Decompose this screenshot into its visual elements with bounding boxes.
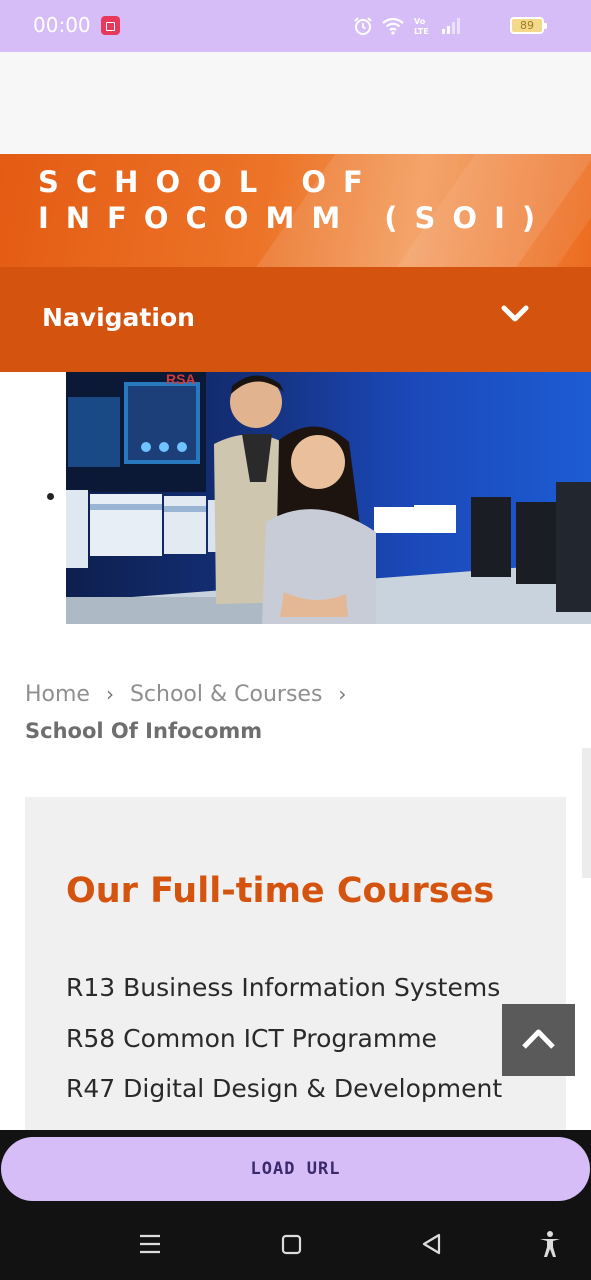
breadcrumb: Home › School & Courses › School Of Infocom… xyxy=(25,676,565,749)
status-icons: Vo LTE xyxy=(353,12,463,40)
signal-icon xyxy=(442,18,460,34)
status-bar: 00:00 Vo LTE 89 xyxy=(0,0,591,52)
course-link[interactable]: R58 Common ICT Programme xyxy=(66,1020,502,1071)
courses-heading: Our Full-time Courses xyxy=(66,871,495,911)
svg-text:RSA: RSA xyxy=(166,372,196,387)
navigation-bar[interactable]: Navigation xyxy=(0,267,591,372)
battery-icon: 89 xyxy=(510,17,547,34)
page-top-spacer xyxy=(0,52,591,154)
course-link[interactable]: R47 Digital Design & Development xyxy=(66,1070,502,1121)
list-bullet xyxy=(47,493,54,500)
hero-photo-illustration: RSA xyxy=(66,372,591,624)
alarm-icon xyxy=(354,17,372,35)
chevron-right-icon: › xyxy=(338,682,347,706)
chevron-up-icon xyxy=(522,1029,555,1049)
breadcrumb-current: School Of Infocomm xyxy=(25,719,263,743)
volte-icon: Vo LTE xyxy=(414,17,429,36)
home-icon[interactable] xyxy=(280,1230,304,1258)
school-title: SCHOOL OF INFOCOMM (SOI) xyxy=(38,165,553,235)
back-icon[interactable] xyxy=(420,1230,444,1258)
hero-image: RSA xyxy=(66,372,591,624)
chevron-right-icon: › xyxy=(105,682,114,706)
course-link[interactable]: R13 Business Information Systems xyxy=(66,969,502,1020)
accessibility-icon[interactable] xyxy=(538,1230,562,1258)
breadcrumb-home-link[interactable]: Home xyxy=(25,682,90,707)
course-list: R13 Business Information Systems R58 Com… xyxy=(66,969,502,1121)
svg-text:Vo: Vo xyxy=(414,17,426,26)
back-to-top-button[interactable] xyxy=(502,1004,575,1076)
status-time: 00:00 xyxy=(33,13,91,37)
svg-text:LTE: LTE xyxy=(414,27,429,36)
breadcrumb-school-courses-link[interactable]: School & Courses xyxy=(130,682,322,707)
recording-icon xyxy=(101,16,120,35)
battery-level: 89 xyxy=(520,19,534,32)
scroll-indicator xyxy=(582,748,591,878)
menu-icon[interactable] xyxy=(138,1230,162,1258)
chevron-down-icon[interactable] xyxy=(500,303,530,325)
school-banner: SCHOOL OF INFOCOMM (SOI) xyxy=(0,154,591,267)
wifi-icon xyxy=(382,17,404,35)
navigation-label: Navigation xyxy=(42,303,195,332)
courses-panel: Our Full-time Courses R13 Business Infor… xyxy=(25,797,566,1137)
load-url-button[interactable]: LOAD URL xyxy=(1,1137,590,1201)
